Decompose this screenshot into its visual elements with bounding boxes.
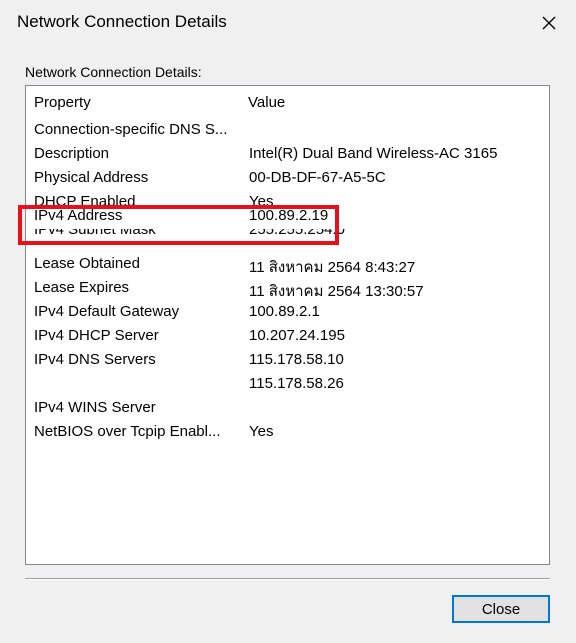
list-item[interactable]: Physical Address 00-DB-DF-67-A5-5C <box>26 167 549 191</box>
column-header-value[interactable]: Value <box>248 94 285 111</box>
property-cell: Lease Expires <box>34 279 130 296</box>
value-cell: 00-DB-DF-67-A5-5C <box>249 169 386 186</box>
list-item[interactable]: 115.178.58.26 <box>26 373 549 397</box>
property-cell: IPv4 WINS Server <box>34 399 156 416</box>
divider <box>25 578 550 580</box>
property-cell: Connection-specific DNS S... <box>34 121 228 138</box>
column-header-property[interactable]: Property <box>34 94 91 111</box>
details-list[interactable]: Property Value Connection-specific DNS S… <box>25 85 550 565</box>
property-cell: Lease Obtained <box>34 255 140 272</box>
value-cell: 115.178.58.10 <box>249 351 344 368</box>
property-cell: IPv4 Default Gateway <box>34 303 180 320</box>
property-cell: Physical Address <box>34 169 149 186</box>
value-cell: Yes <box>249 193 274 205</box>
list-item[interactable]: Lease Expires 11 สิงหาคม 2564 13:30:57 <box>26 277 549 301</box>
list-item[interactable]: Connection-specific DNS S... <box>26 119 549 143</box>
value-cell: Yes <box>249 423 274 440</box>
details-group-label: Network Connection Details: <box>25 64 202 80</box>
close-button[interactable]: Close <box>452 595 550 623</box>
property-cell: IPv4 DNS Servers <box>34 351 156 368</box>
property-cell: Description <box>34 145 110 162</box>
list-item[interactable]: IPv4 DHCP Server 10.207.24.195 <box>26 325 549 349</box>
property-cell: DHCP Enabled <box>34 193 136 205</box>
list-item[interactable]: IPv4 Default Gateway 100.89.2.1 <box>26 301 549 325</box>
list-item-ipv4-address[interactable]: IPv4 Address 100.89.2.19 <box>26 205 549 229</box>
value-cell: 115.178.58.26 <box>249 375 344 392</box>
list-item[interactable]: IPv4 WINS Server <box>26 397 549 421</box>
property-cell: IPv4 Subnet Mask <box>34 229 156 238</box>
list-item[interactable]: DHCP Enabled Yes <box>26 191 549 205</box>
list-item[interactable]: Description Intel(R) Dual Band Wireless-… <box>26 143 549 167</box>
property-cell: IPv4 DHCP Server <box>34 327 159 344</box>
window-title: Network Connection Details <box>17 12 227 31</box>
value-cell: 10.207.24.195 <box>249 327 345 344</box>
close-icon[interactable] <box>536 10 562 36</box>
value-cell: 11 สิงหาคม 2564 13:30:57 <box>249 283 424 300</box>
property-cell: IPv4 Address <box>34 207 123 224</box>
list-item[interactable]: IPv4 DNS Servers 115.178.58.10 <box>26 349 549 373</box>
value-cell: 255.255.254.0 <box>249 229 345 238</box>
list-item[interactable]: NetBIOS over Tcpip Enabl... Yes <box>26 421 549 445</box>
value-cell: 11 สิงหาคม 2564 8:43:27 <box>249 259 416 276</box>
title-bar: Network Connection Details <box>0 0 576 48</box>
list-item[interactable]: IPv4 Subnet Mask 255.255.254.0 <box>26 229 549 253</box>
property-cell: NetBIOS over Tcpip Enabl... <box>34 423 221 440</box>
value-cell: 100.89.2.19 <box>249 207 329 224</box>
list-rows: Connection-specific DNS S... Description… <box>26 119 549 445</box>
list-header: Property Value <box>26 86 549 119</box>
list-item[interactable]: Lease Obtained 11 สิงหาคม 2564 8:43:27 <box>26 253 549 277</box>
value-cell: Intel(R) Dual Band Wireless-AC 3165 <box>249 145 498 162</box>
value-cell: 100.89.2.1 <box>249 303 320 320</box>
